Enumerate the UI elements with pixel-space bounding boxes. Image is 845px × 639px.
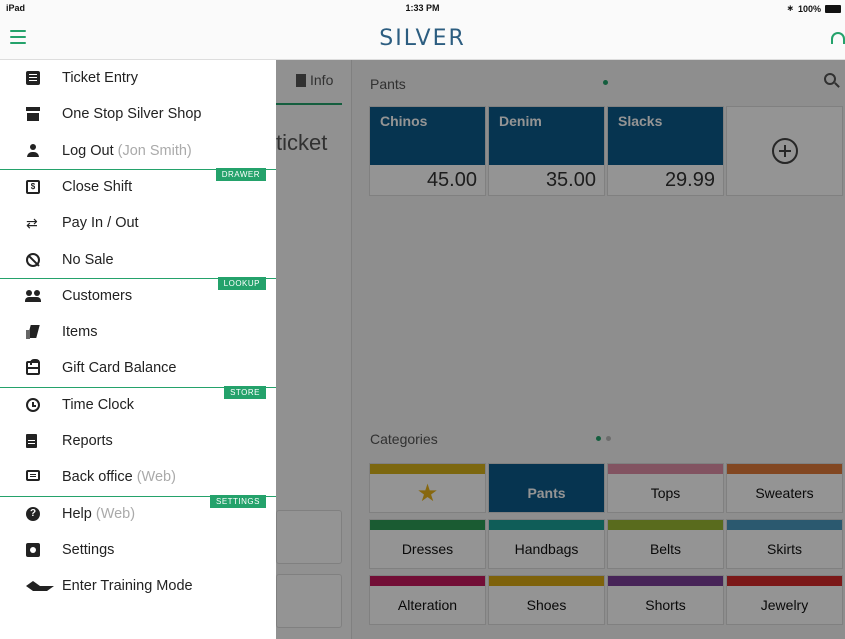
section-badge-drawer: DRAWER [215, 167, 266, 181]
menu-item-text: Help [62, 505, 92, 522]
clock: 1:33 PM [405, 3, 440, 13]
menu-item-settings[interactable]: Settings [0, 532, 276, 568]
menu-item-label: Pay In / Out [62, 215, 139, 231]
status-bar: iPad 1:33 PM ∗ 100% [0, 0, 845, 18]
tags-icon [26, 325, 40, 340]
menu-item-label: Items [62, 324, 97, 340]
no-sale-icon [26, 252, 40, 267]
menu-item-text: Ticket Entry [62, 70, 139, 86]
menu-item-text: No Sale [62, 251, 114, 268]
menu-item-text: Customers [62, 287, 133, 304]
menu-item-ticket-entry[interactable]: Ticket Entry [0, 60, 276, 96]
menu-item-text: Log Out [62, 142, 114, 159]
menu-item-gift-card-balance[interactable]: Gift Card Balance [0, 350, 276, 386]
menu-item-label: Settings [62, 542, 114, 558]
menu-item-enter-training-mode[interactable]: Enter Training Mode [0, 568, 276, 604]
help-icon: ? [26, 506, 40, 521]
menu-item-reports[interactable]: Reports [0, 423, 276, 459]
section-badge-lookup: LOOKUP [217, 276, 266, 290]
menu-item-text: Settings [62, 541, 115, 558]
menu-item-label: Customers [62, 288, 132, 304]
section-badge-store: STORE [224, 385, 266, 399]
cloud-sync-icon[interactable] [831, 32, 845, 44]
app-logo: SILVER [379, 26, 466, 51]
battery-percent: 100% [797, 3, 821, 14]
graduation-cap-icon [26, 579, 54, 593]
arrows-icon: ⇄ [26, 215, 38, 232]
battery-icon [825, 4, 841, 13]
menu-item-log-out[interactable]: Log Out (Jon Smith) [0, 133, 276, 169]
section-badge-settings: SETTINGS [209, 494, 266, 508]
bluetooth-icon: ∗ [786, 3, 794, 13]
nav-bar: SILVER [0, 18, 845, 60]
menu-item-text: Pay In / Out [62, 215, 139, 232]
menu-item-text: One Stop Silver Shop [62, 106, 202, 123]
menu-item-text: Reports [62, 433, 113, 449]
menu-item-subtext: (Web) [136, 469, 176, 486]
menu-item-label: Gift Card Balance [62, 360, 176, 376]
menu-item-back-office[interactable]: Back office (Web) [0, 459, 276, 495]
menu-item-no-sale[interactable]: No Sale [0, 242, 276, 278]
menu-item-label: Enter Training Mode [62, 578, 193, 594]
menu-item-text: Enter Training Mode [62, 578, 193, 595]
people-icon [25, 289, 41, 303]
menu-item-text: Items [62, 324, 98, 341]
menu-item-one-stop-silver-shop[interactable]: One Stop Silver Shop [0, 96, 276, 132]
drawer-backdrop[interactable] [276, 60, 845, 639]
menu-item-label: Help (Web) [62, 506, 135, 522]
menu-item-label: No Sale [62, 252, 114, 268]
menu-item-text: Time Clock [62, 396, 134, 413]
store-icon [26, 107, 40, 122]
menu-item-label: Ticket Entry [62, 70, 138, 86]
side-menu: Ticket Entry One Stop Silver Shop Log Out … [0, 60, 276, 639]
menu-item-items[interactable]: Items [0, 314, 276, 350]
menu-item-text: Gift Card Balance [62, 360, 177, 377]
menu-item-pay-in-out[interactable]: ⇄ Pay In / Out [0, 205, 276, 241]
menu-item-text: Close Shift [62, 178, 133, 195]
monitor-icon [26, 470, 40, 482]
menu-item-label: Close Shift [62, 179, 132, 195]
clock-icon [26, 397, 40, 412]
report-icon [26, 434, 37, 448]
cash-icon: $ [26, 179, 40, 194]
gear-icon [26, 542, 40, 557]
menu-item-text: Back office [62, 469, 133, 486]
gift-icon [26, 359, 40, 376]
menu-item-subtext: (Jon Smith) [117, 142, 192, 159]
battery-indicator: ∗ 100% [786, 3, 841, 14]
menu-item-label: Log Out (Jon Smith) [62, 143, 192, 159]
menu-item-subtext: (Web) [95, 505, 136, 522]
menu-item-label: One Stop Silver Shop [62, 106, 201, 122]
menu-item-label: Back office (Web) [62, 469, 176, 485]
menu-item-label: Reports [62, 433, 113, 449]
person-icon [26, 143, 40, 158]
menu-item-label: Time Clock [62, 397, 134, 413]
ticket-entry-icon [26, 71, 40, 85]
